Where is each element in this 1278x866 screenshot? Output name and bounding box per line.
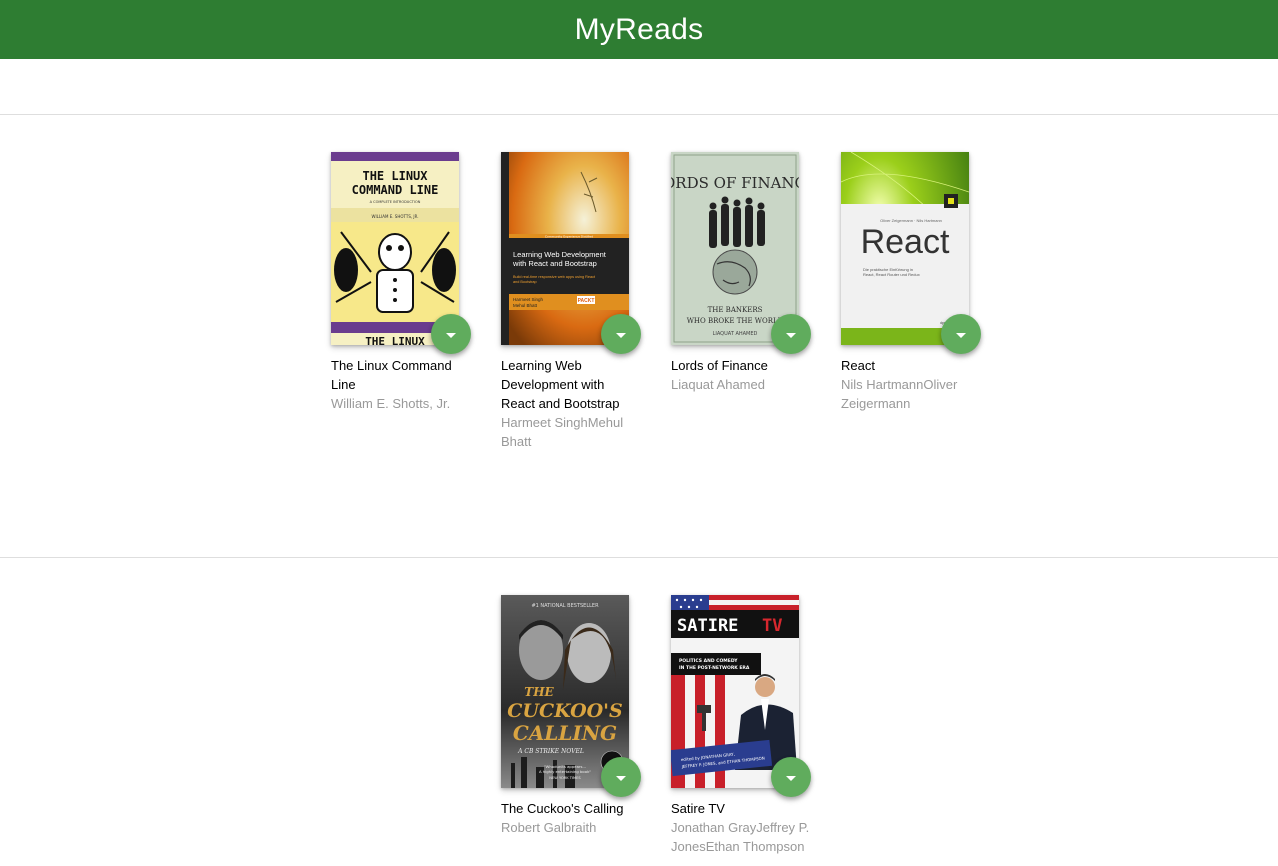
- svg-text:TV: TV: [762, 616, 782, 636]
- shelf-changer-button[interactable]: [601, 757, 641, 797]
- shelf-changer-button[interactable]: [431, 314, 471, 354]
- book-cover[interactable]: #1 NATIONAL BESTSELLER THE CUCKOO'S CALL…: [501, 595, 641, 797]
- book-item: Oliver Zeigermann · Nils Hartmann React …: [841, 152, 981, 413]
- book-title: The Cuckoo's Calling: [501, 801, 624, 816]
- svg-text:THE LINUX: THE LINUX: [362, 169, 428, 183]
- book-authors: Robert Galbraith: [501, 820, 597, 835]
- shelf-changer-button[interactable]: [601, 314, 641, 354]
- svg-text:WHO BROKE THE WORLD: WHO BROKE THE WORLD: [687, 317, 784, 325]
- svg-text:CALLING: CALLING: [513, 721, 617, 745]
- svg-text:Mehul Bhatt: Mehul Bhatt: [513, 303, 538, 308]
- book-item: Community Experience Distilled Learning …: [501, 152, 641, 451]
- book-item: SATIRE TV POLITICS AND COMEDY IN THE POS…: [671, 595, 811, 856]
- svg-text:A CB STRIKE NOVEL: A CB STRIKE NOVEL: [517, 748, 584, 755]
- book-cover[interactable]: Community Experience Distilled Learning …: [501, 152, 641, 354]
- books-grid: #1 NATIONAL BESTSELLER THE CUCKOO'S CALL…: [0, 558, 1278, 865]
- book-authors: Nils HartmannOliver Zeigermann: [841, 377, 958, 411]
- svg-text:WILLIAM E. SHOTTS, JR.: WILLIAM E. SHOTTS, JR.: [372, 214, 419, 219]
- svg-text:SATIRE: SATIRE: [677, 616, 738, 636]
- caret-down-icon: [786, 775, 796, 781]
- svg-text:and Bootstrap: and Bootstrap: [513, 280, 537, 284]
- book-cover[interactable]: THE LINUX COMMAND LINE A COMPLETE INTROD…: [331, 152, 471, 354]
- svg-text:THE LINUX: THE LINUX: [365, 335, 425, 345]
- svg-text:LORDS OF FINANCE: LORDS OF FINANCE: [671, 174, 799, 192]
- svg-text:Learning Web Development: Learning Web Development: [513, 250, 607, 259]
- book-item: #1 NATIONAL BESTSELLER THE CUCKOO'S CALL…: [501, 595, 641, 837]
- svg-text:CUCKOO'S: CUCKOO'S: [507, 700, 622, 722]
- book-authors: Harmeet SinghMehul Bhatt: [501, 415, 624, 449]
- book-title: Satire TV: [671, 801, 725, 816]
- svg-text:A COMPLETE INTRODUCTION: A COMPLETE INTRODUCTION: [370, 200, 421, 204]
- bookshelf-1: THE LINUX COMMAND LINE A COMPLETE INTROD…: [0, 115, 1278, 558]
- book-title: The Linux Command Line: [331, 358, 452, 392]
- svg-text:COMMAND LINE: COMMAND LINE: [352, 183, 439, 197]
- caret-down-icon: [446, 332, 456, 338]
- svg-text:PACKT: PACKT: [578, 298, 595, 304]
- svg-text:Harmeet Singh: Harmeet Singh: [513, 297, 544, 302]
- book-title: Learning Web Development with React and …: [501, 358, 620, 411]
- book-authors: Liaquat Ahamed: [671, 377, 765, 392]
- svg-text:#1 NATIONAL BESTSELLER: #1 NATIONAL BESTSELLER: [531, 603, 599, 609]
- svg-text:with React and Bootstrap: with React and Bootstrap: [512, 259, 597, 268]
- svg-text:THE: THE: [524, 685, 554, 699]
- book-cover[interactable]: LORDS OF FINANCE THE BANKERS WHO BROKE T…: [671, 152, 811, 354]
- caret-down-icon: [956, 332, 966, 338]
- svg-text:THE BANKERS: THE BANKERS: [708, 306, 763, 314]
- shelf-changer-button[interactable]: [771, 757, 811, 797]
- book-title: React: [841, 358, 875, 373]
- shelf-changer-button[interactable]: [941, 314, 981, 354]
- book-authors: Jonathan GrayJeffrey P. JonesEthan Thomp…: [671, 820, 810, 854]
- book-title: Lords of Finance: [671, 358, 768, 373]
- svg-text:NEW YORK TIMES: NEW YORK TIMES: [549, 776, 581, 780]
- book-item: LORDS OF FINANCE THE BANKERS WHO BROKE T…: [671, 152, 811, 394]
- caret-down-icon: [616, 775, 626, 781]
- books-grid: THE LINUX COMMAND LINE A COMPLETE INTROD…: [0, 115, 1278, 557]
- svg-text:React: React: [861, 223, 950, 261]
- bookshelf-2: #1 NATIONAL BESTSELLER THE CUCKOO'S CALL…: [0, 558, 1278, 865]
- app-title: MyReads: [574, 12, 704, 46]
- svg-text:A highly entertaining book": A highly entertaining book": [539, 769, 591, 774]
- svg-text:LIAQUAT AHAMED: LIAQUAT AHAMED: [713, 331, 758, 337]
- svg-text:POLITICS AND COMEDY: POLITICS AND COMEDY: [679, 658, 738, 664]
- app-header: MyReads: [0, 0, 1278, 59]
- svg-text:IN THE POST-NETWORK ERA: IN THE POST-NETWORK ERA: [679, 665, 750, 671]
- book-cover[interactable]: Oliver Zeigermann · Nils Hartmann React …: [841, 152, 981, 354]
- caret-down-icon: [616, 332, 626, 338]
- svg-text:React, React Router und Redux: React, React Router und Redux: [863, 272, 920, 277]
- shelf-changer-button[interactable]: [771, 314, 811, 354]
- svg-text:Build real-time responsive web: Build real-time responsive web apps usin…: [513, 275, 596, 279]
- book-cover[interactable]: SATIRE TV POLITICS AND COMEDY IN THE POS…: [671, 595, 811, 797]
- book-item: THE LINUX COMMAND LINE A COMPLETE INTROD…: [331, 152, 471, 413]
- book-authors: William E. Shotts, Jr.: [331, 396, 451, 411]
- svg-text:Community Experience Distilled: Community Experience Distilled: [545, 235, 593, 239]
- shelf-header-area: [0, 59, 1278, 115]
- caret-down-icon: [786, 332, 796, 338]
